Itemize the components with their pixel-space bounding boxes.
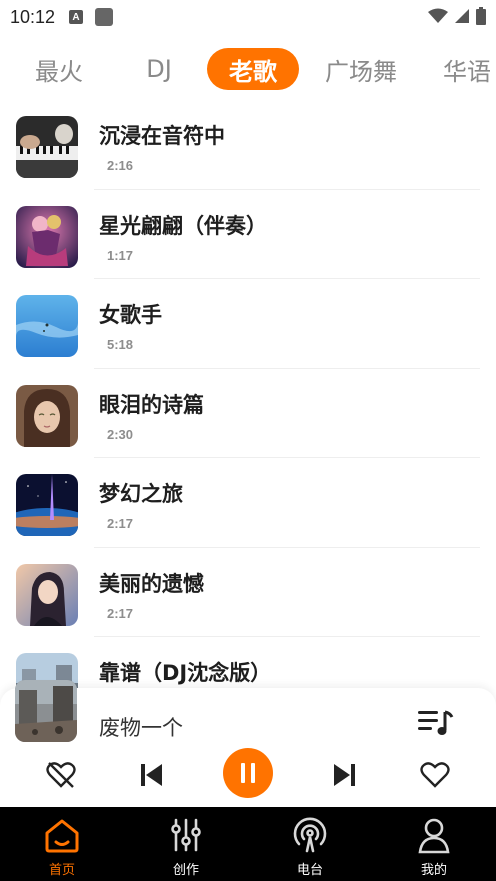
nav-label: 电台 — [296, 863, 323, 878]
tab-laoge[interactable]: 老歌 — [207, 48, 299, 90]
radio-icon — [293, 817, 327, 853]
player-song-title: 废物一个 — [99, 716, 183, 740]
skip-next-icon — [334, 764, 355, 786]
nav-create[interactable]: 创作 — [124, 807, 248, 881]
tab-zuihuo[interactable]: 最火 — [31, 48, 87, 90]
notification-a-icon: A — [69, 10, 84, 24]
dancing-couple-cover — [16, 205, 78, 268]
tab-dj[interactable]: DJ — [142, 48, 176, 90]
next-button[interactable] — [329, 758, 359, 792]
song-title: 梦幻之旅 — [99, 482, 183, 506]
nav-home[interactable]: 首页 — [0, 807, 124, 881]
song-row[interactable]: 沉浸在音符中 2:16 — [0, 100, 496, 190]
song-duration: 5:18 — [107, 337, 134, 352]
category-tabs: 最火 DJ 老歌 广场舞 华语 — [0, 44, 496, 94]
tab-guangchangwu[interactable]: 广场舞 — [325, 48, 397, 90]
skip-previous-icon — [141, 764, 162, 786]
pause-button[interactable] — [223, 748, 273, 798]
bottom-nav: 首页 创作 电台 我的 — [0, 807, 496, 881]
song-duration: 2:17 — [107, 605, 134, 621]
song-list: 沉浸在音符中 2:16 星光翩翩（伴奏） 1:17 女歌手 5:18 眼泪的诗篇… — [0, 100, 496, 727]
song-duration: 2:30 — [107, 426, 134, 442]
dislike-button[interactable] — [44, 758, 78, 792]
crying-girl-cover — [16, 384, 78, 447]
previous-button[interactable] — [137, 758, 167, 792]
song-title: 靠谱（DJ沈念版） — [99, 661, 272, 685]
heart-icon — [420, 762, 450, 788]
piano-cover — [16, 116, 78, 178]
song-title: 星光翩翩（伴奏） — [99, 213, 267, 238]
anime-girl-cover — [16, 563, 78, 626]
song-duration: 2:17 — [107, 516, 134, 531]
song-row[interactable]: 梦幻之旅 2:17 — [0, 458, 496, 548]
song-duration: 1:17 — [107, 247, 134, 263]
nav-profile[interactable]: 我的 — [372, 807, 496, 881]
song-row[interactable]: 星光翩翩（伴奏） 1:17 — [0, 190, 496, 279]
app-screen: 10:12 A 最火 DJ 老歌 广场舞 华语 沉浸在音符中 2:16 星光翩翩… — [0, 0, 496, 881]
pause-icon — [241, 763, 255, 783]
tab-huayu[interactable]: 华语 — [443, 48, 491, 90]
song-row[interactable]: 美丽的遗憾 2:17 — [0, 548, 496, 637]
signal-icon — [455, 9, 469, 23]
status-bar: 10:12 A — [0, 0, 496, 34]
nav-label: 首页 — [48, 863, 75, 878]
wifi-icon — [428, 8, 448, 23]
song-duration: 2:16 — [107, 158, 134, 173]
song-title: 美丽的遗憾 — [99, 571, 204, 596]
playlist-button[interactable] — [418, 708, 454, 738]
home-icon — [45, 819, 79, 853]
broken-heart-icon — [46, 762, 76, 788]
person-icon — [418, 818, 450, 854]
battery-icon — [476, 7, 486, 25]
notification-square-icon — [95, 8, 114, 26]
playlist-icon — [418, 710, 454, 735]
song-title: 沉浸在音符中 — [99, 124, 225, 148]
mini-player[interactable]: 废物一个 — [0, 680, 496, 807]
earth-space-cover — [16, 474, 78, 536]
like-button[interactable] — [418, 758, 452, 792]
song-title: 女歌手 — [99, 303, 162, 327]
sliders-icon — [171, 818, 201, 852]
blue-sky-cover — [16, 295, 78, 357]
nav-label: 创作 — [172, 863, 199, 878]
ruined-city-cover[interactable] — [15, 680, 77, 742]
status-time: 10:12 — [10, 6, 56, 27]
status-icons — [428, 7, 486, 25]
song-title: 眼泪的诗篇 — [99, 392, 204, 417]
nav-label: 我的 — [420, 863, 447, 878]
nav-radio[interactable]: 电台 — [248, 807, 372, 881]
song-row[interactable]: 女歌手 5:18 — [0, 279, 496, 369]
song-row[interactable]: 眼泪的诗篇 2:30 — [0, 369, 496, 458]
